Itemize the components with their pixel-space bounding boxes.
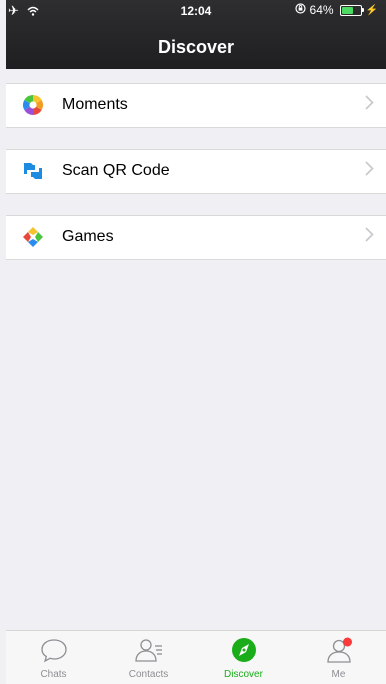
tab-label: Contacts: [128, 669, 169, 680]
battery-icon: [339, 4, 364, 16]
chevron-right-icon: [365, 94, 374, 115]
list-item-label: Games: [62, 228, 114, 245]
scan-qr-icon: [22, 160, 44, 182]
tab-label: Chats: [40, 669, 67, 680]
tab-discover[interactable]: Discover: [196, 631, 291, 684]
tab-contacts[interactable]: Contacts: [101, 631, 196, 684]
tab-label: Me: [331, 669, 346, 680]
group-scan-qr: Scan QR Code: [6, 149, 386, 194]
chat-bubble-icon: [39, 637, 69, 663]
chevron-right-icon: [365, 226, 374, 247]
moments-icon: [22, 94, 44, 116]
list-item-games[interactable]: Games: [6, 216, 386, 259]
group-games: Games: [6, 215, 386, 260]
tab-label: Discover: [224, 669, 263, 680]
contacts-icon: [134, 637, 164, 663]
list-item-label: Scan QR Code: [62, 162, 170, 179]
tab-bar: Chats Contacts Discover Me: [6, 630, 386, 684]
page-title: Discover: [157, 37, 235, 57]
notification-badge: [342, 637, 352, 647]
person-icon: [324, 637, 354, 663]
group-moments: Moments: [6, 83, 386, 128]
charging-icon: ⚡: [365, 4, 378, 16]
status-bar: ✈ 12:04 64% ⚡: [6, 0, 386, 20]
rotation-lock-icon: [294, 3, 306, 17]
tab-chats[interactable]: Chats: [6, 631, 101, 684]
status-right: 64% ⚡: [294, 3, 378, 17]
list-item-moments[interactable]: Moments: [6, 84, 386, 127]
battery-percent: 64%: [309, 3, 334, 17]
tab-me[interactable]: Me: [291, 631, 386, 684]
list-item-scan-qr-code[interactable]: Scan QR Code: [6, 150, 386, 193]
compass-icon: [229, 637, 259, 663]
chevron-right-icon: [365, 160, 374, 181]
list-item-label: Moments: [62, 96, 128, 113]
battery-level: [341, 6, 354, 14]
app-frame: ✈ 12:04 64% ⚡ Discover Moments Scan QR C…: [6, 0, 386, 684]
games-icon: [22, 226, 44, 248]
top-bar: ✈ 12:04 64% ⚡ Discover: [6, 0, 386, 69]
